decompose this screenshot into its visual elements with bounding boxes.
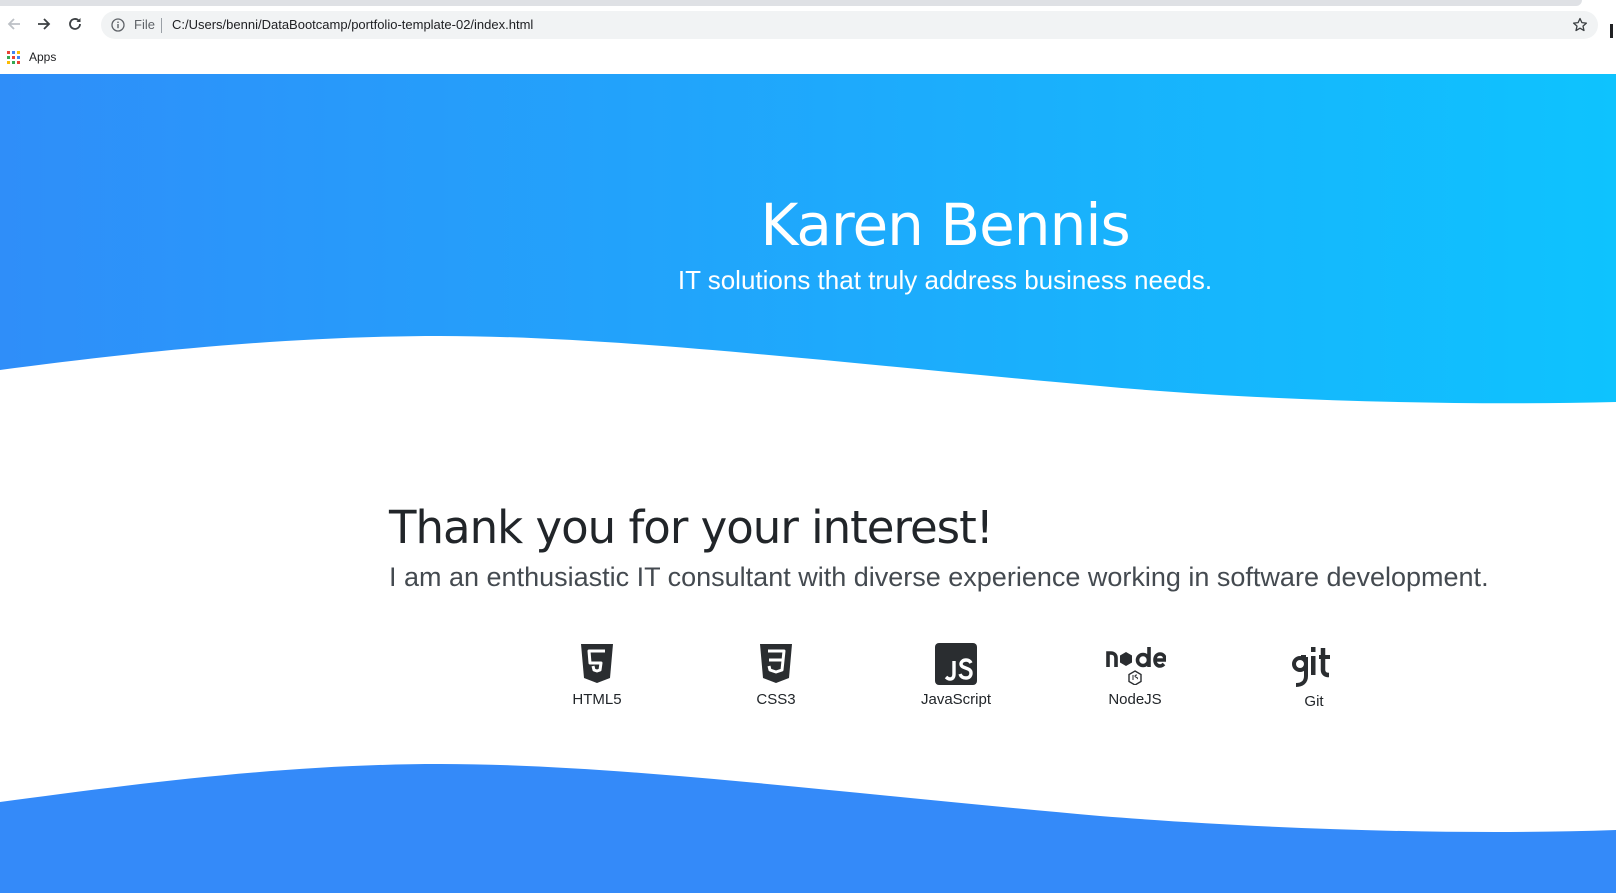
git-icon (1292, 647, 1330, 687)
skill-nodejs: NodeJS (1070, 643, 1200, 709)
url-scheme-label: File (134, 17, 155, 32)
forward-arrow-icon (38, 18, 51, 30)
skill-git: Git (1249, 643, 1379, 711)
javascript-icon (935, 643, 977, 685)
html5-icon (581, 644, 613, 683)
css3-icon (760, 644, 792, 683)
page-viewport: Karen Bennis IT solutions that truly add… (0, 74, 1616, 893)
about-text: I am an enthusiastic IT consultant with … (389, 562, 1489, 592)
skill-label: CSS3 (756, 691, 796, 708)
skill-label: HTML5 (572, 691, 622, 708)
hero-section: Karen Bennis IT solutions that truly add… (0, 74, 1616, 422)
apps-grid-icon (7, 50, 20, 64)
skill-css3: CSS3 (711, 643, 841, 709)
skill-label: JavaScript (920, 691, 992, 708)
bookmark-apps[interactable]: Apps (7, 47, 56, 67)
bookmarks-bar: Apps (0, 42, 1616, 74)
profile-edge (1610, 24, 1613, 38)
address-bar[interactable]: File C:/Users/benni/DataBootcamp/portfol… (101, 11, 1598, 39)
back-arrow-icon (7, 18, 20, 30)
address-divider (161, 18, 162, 33)
forward-button[interactable] (30, 10, 58, 38)
skill-html5: HTML5 (532, 643, 662, 709)
skill-label: NodeJS (1108, 691, 1162, 708)
url-text[interactable]: C:/Users/benni/DataBootcamp/portfolio-te… (172, 11, 533, 39)
info-icon[interactable] (111, 18, 125, 32)
browser-toolbar: File C:/Users/benni/DataBootcamp/portfol… (0, 6, 1616, 42)
back-button[interactable] (0, 10, 28, 38)
reload-icon (69, 18, 81, 30)
about-section: Thank you for your interest! I am an ent… (389, 500, 1519, 594)
footer-wave (0, 764, 1616, 893)
bookmark-star-icon[interactable] (1572, 17, 1588, 33)
skills-list: HTML5 CSS3 JavaScript NodeJS Git (532, 643, 1346, 723)
hero-title: Karen Bennis (760, 191, 1130, 259)
skill-label: Git (1304, 693, 1324, 710)
about-heading: Thank you for your interest! (389, 501, 994, 554)
hero-subtitle: IT solutions that truly address business… (677, 265, 1213, 295)
reload-button[interactable] (61, 10, 89, 38)
nodejs-icon (1106, 647, 1166, 685)
apps-label: Apps (29, 50, 57, 64)
skill-javascript: JavaScript (891, 643, 1021, 709)
